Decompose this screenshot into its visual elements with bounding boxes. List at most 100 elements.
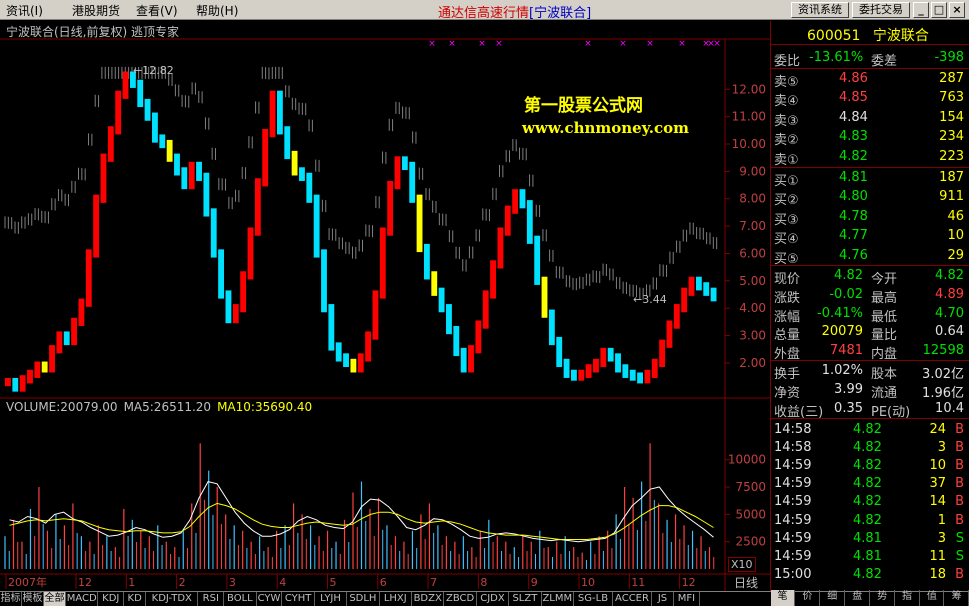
x-tick-label: 1 xyxy=(128,576,135,589)
signal-bar xyxy=(78,298,85,326)
signal-bar xyxy=(475,320,482,354)
weicha-label: 委差 xyxy=(871,54,898,69)
trade-side: B xyxy=(955,422,964,437)
signal-bar xyxy=(556,336,563,368)
trade-time: 15:00 xyxy=(774,566,812,582)
signal-bar xyxy=(607,347,614,362)
indicator-tab[interactable]: BOLL xyxy=(224,592,257,606)
indicator-tab[interactable]: ZBCD xyxy=(444,592,477,606)
ask-price: 4.82 xyxy=(839,148,868,164)
indicator-tab[interactable]: ACCER xyxy=(613,592,652,606)
indicator-tab[interactable]: BDZX xyxy=(412,592,445,606)
bid-row: 买① 4.81 187 xyxy=(771,169,968,189)
y-tick-label: 4.00 xyxy=(739,301,766,315)
indicator-tab[interactable]: KDJ-TDX xyxy=(146,592,199,606)
panel-tab[interactable]: 价 xyxy=(796,590,820,606)
indicator-tab[interactable]: SDLH xyxy=(347,592,380,606)
indicator-tab[interactable]: JS xyxy=(652,592,674,606)
trade-price: 4.82 xyxy=(853,512,882,528)
menu-hk-futures[interactable]: 港股期货 xyxy=(72,2,120,19)
panel-tab[interactable]: 细 xyxy=(821,590,845,606)
signal-marker: × xyxy=(448,39,456,49)
weicha-value: -398 xyxy=(934,50,964,65)
bid-row: 买④ 4.77 10 xyxy=(771,227,968,247)
menu-help[interactable]: 帮助(H) xyxy=(196,2,238,19)
close-button[interactable]: × xyxy=(949,2,965,18)
finance-label: PE(动) xyxy=(871,404,911,420)
signal-marker: × xyxy=(428,39,436,49)
signal-bar xyxy=(710,287,717,302)
panel-tab[interactable]: 盘 xyxy=(846,590,870,606)
trade-row: 14:59 4.82 10 B xyxy=(771,457,968,475)
x-tick-label: 3 xyxy=(229,576,236,589)
stat-value: 0.64 xyxy=(935,324,964,340)
panel-tab[interactable]: 值 xyxy=(920,590,945,606)
panel-tab[interactable]: 筹 xyxy=(945,590,969,606)
indicator-tab[interactable]: CJDX xyxy=(477,592,510,606)
signal-bar xyxy=(585,364,592,378)
trade-row: 14:59 4.82 14 B xyxy=(771,493,968,511)
period-label[interactable]: 日线 xyxy=(734,574,758,591)
signal-bar xyxy=(41,361,48,373)
signal-bar xyxy=(115,90,122,135)
chart-area[interactable]: 12.00 11.00 10.00 9.00 8.00 7.00 6.00 5.00 4.00 3… xyxy=(0,21,770,592)
signal-bar xyxy=(490,260,496,299)
signal-bar xyxy=(269,90,276,138)
indicator-tab[interactable]: SG-LB xyxy=(574,592,613,606)
signal-bar xyxy=(85,249,92,307)
trade-button[interactable]: 委托交易 xyxy=(852,2,910,18)
ma10-value: MA10:35690.40 xyxy=(217,400,313,414)
indicator-tab[interactable]: KDJ xyxy=(98,592,125,606)
indicator-tab[interactable]: CYHT xyxy=(282,592,315,606)
panel-tab[interactable]: 笔 xyxy=(771,590,795,606)
ask-row: 卖④ 4.85 763 xyxy=(771,89,968,110)
signal-bar xyxy=(446,304,452,335)
ask-volume: 234 xyxy=(939,129,964,145)
indicator-tab[interactable]: ZLMM xyxy=(542,592,574,606)
maximize-button[interactable]: □ xyxy=(931,2,947,18)
indicator-tab[interactable]: SLZT xyxy=(509,592,542,606)
signal-bar xyxy=(673,304,680,329)
signal-bar xyxy=(181,167,188,190)
indicator-tab[interactable]: LYJH xyxy=(315,592,348,606)
signal-bar xyxy=(659,339,666,368)
signal-bar xyxy=(534,235,541,285)
ask-label: 卖④ xyxy=(774,94,799,110)
menu-view[interactable]: 查看(V) xyxy=(136,2,178,19)
ask-price: 4.85 xyxy=(839,90,868,106)
signal-bar xyxy=(438,287,445,313)
chart-canvas[interactable]: 12.0011.0010.009.008.007.006.005.004.003… xyxy=(0,21,770,592)
signal-bar xyxy=(247,227,254,280)
y-tick-label: 2.00 xyxy=(739,356,766,370)
y-tick-label: 7500 xyxy=(735,480,766,494)
panel-tab[interactable]: 指 xyxy=(896,590,920,606)
app-title-text: 通达信高速行情 xyxy=(438,6,530,21)
trade-time: 14:58 xyxy=(774,440,812,456)
panel-tab[interactable]: 势 xyxy=(871,590,895,606)
indicator-tab[interactable]: RSI xyxy=(198,592,225,606)
indicator-tab[interactable]: CYW xyxy=(257,592,283,606)
indicator-tab[interactable]: MACD xyxy=(66,592,99,606)
indicator-tab[interactable]: 全部 xyxy=(44,592,66,606)
signal-bar xyxy=(622,364,629,378)
indicator-tab[interactable]: 模板 xyxy=(22,592,44,606)
news-system-button[interactable]: 资讯系统 xyxy=(791,2,849,18)
x-tick-label: 2007年 xyxy=(8,575,47,589)
signal-bar xyxy=(644,369,651,384)
signal-bar xyxy=(666,320,673,348)
indicator-tab[interactable]: MFI xyxy=(674,592,700,606)
indicator-tab[interactable]: LHXJ xyxy=(380,592,412,606)
stat-row: 涨跌 -0.02 最高 4.89 xyxy=(771,286,968,306)
trade-price: 4.81 xyxy=(853,548,882,564)
indicator-tab[interactable]: 指标 xyxy=(0,592,22,606)
minimize-button[interactable]: _ xyxy=(913,2,929,18)
finance-label: 换手 xyxy=(774,367,801,382)
trade-volume: 3 xyxy=(937,530,946,546)
menu-news[interactable]: 资讯(I) xyxy=(6,2,43,19)
signal-bar xyxy=(688,276,695,296)
y-tick-label: 8.00 xyxy=(739,192,766,206)
stat-value: -0.41% xyxy=(817,305,863,321)
stat-value: -0.02 xyxy=(829,286,863,302)
indicator-tab[interactable]: KD xyxy=(124,592,147,606)
bid-row: 买② 4.80 911 xyxy=(771,188,968,208)
